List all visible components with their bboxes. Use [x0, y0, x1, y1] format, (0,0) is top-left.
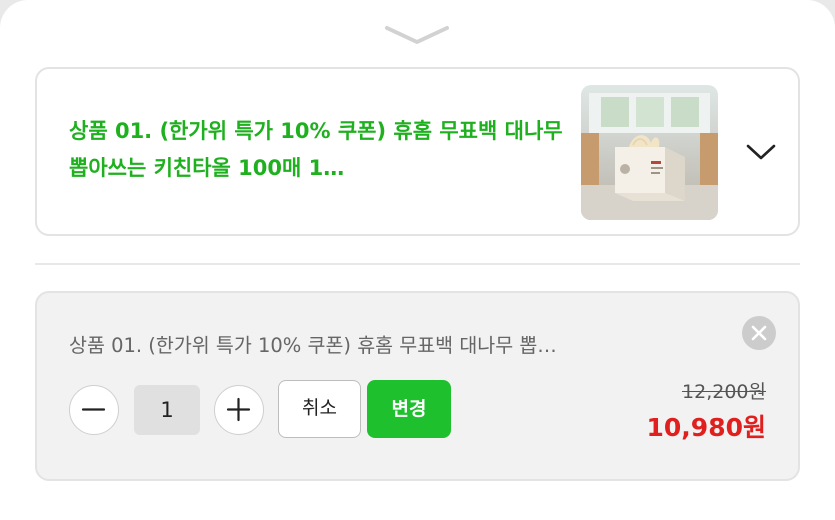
chevron-down-icon: [385, 26, 449, 44]
bottom-sheet: 상품 01. (한가위 특가 10% 쿠폰) 휴홈 무표백 대나무 뽑아쓰는 키…: [0, 0, 835, 520]
sheet-handle[interactable]: [383, 22, 451, 48]
increase-quantity-button[interactable]: [214, 385, 264, 435]
change-button[interactable]: 변경: [367, 380, 451, 438]
minus-icon: [81, 408, 106, 411]
original-price: 12,200원: [682, 381, 766, 403]
option-title: 상품 01. (한가위 특가 10% 쿠폰) 휴홈 무표백 대나무 뽑…: [69, 334, 557, 357]
chevron-down-icon: [746, 144, 776, 160]
decrease-quantity-button[interactable]: [69, 385, 119, 435]
product-title: 상품 01. (한가위 특가 10% 쿠폰) 휴홈 무표백 대나무 뽑아쓰는 키…: [69, 119, 563, 180]
quantity-value[interactable]: 1: [134, 385, 200, 435]
product-selector[interactable]: 상품 01. (한가위 특가 10% 쿠폰) 휴홈 무표백 대나무 뽑아쓰는 키…: [35, 67, 800, 236]
remove-option-button[interactable]: [742, 316, 776, 350]
cancel-button[interactable]: 취소: [278, 380, 361, 438]
expand-product-button[interactable]: [745, 141, 777, 163]
close-icon: [751, 325, 767, 341]
section-divider: [35, 263, 800, 265]
sale-price: 10,980원: [646, 413, 766, 442]
selected-option-card: 상품 01. (한가위 특가 10% 쿠폰) 휴홈 무표백 대나무 뽑… 1 취…: [35, 291, 800, 481]
product-thumbnail: [581, 85, 718, 220]
plus-icon: [226, 397, 251, 422]
